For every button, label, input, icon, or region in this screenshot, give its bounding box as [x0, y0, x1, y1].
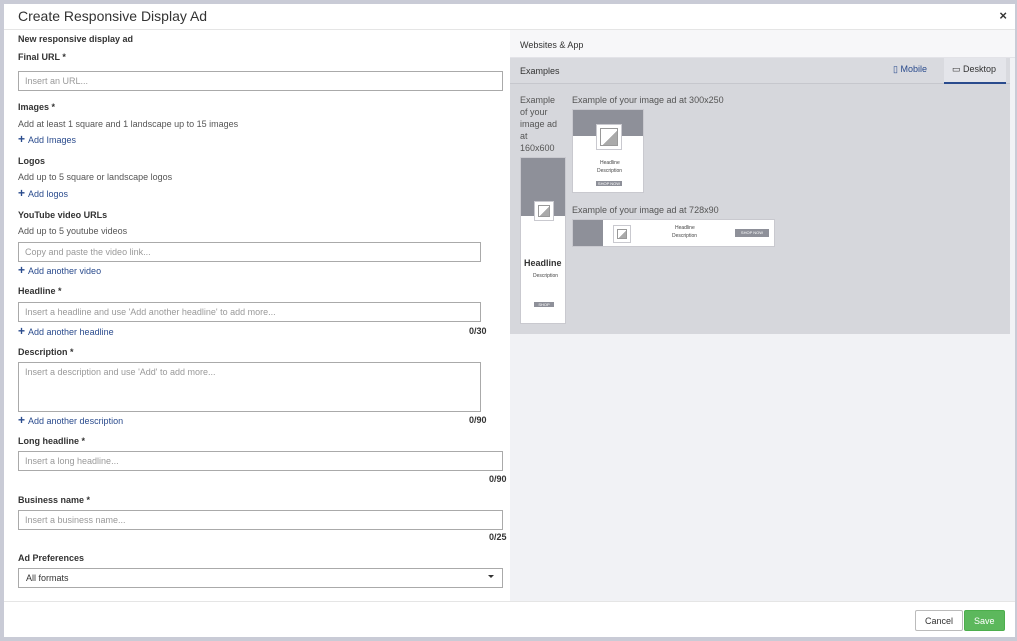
ad-300-headline: Headline [600, 160, 620, 166]
save-button[interactable]: Save [964, 610, 1005, 631]
plus-icon: + [18, 186, 26, 200]
plus-icon: + [18, 413, 26, 427]
create-ad-modal: Create Responsive Display Ad × New respo… [4, 4, 1015, 637]
headline-label: Headline * [18, 286, 62, 296]
examples-bar: Examples ▯ Mobile ▭ Desktop [510, 58, 1010, 84]
ad-300x250: Headline Description SHOP NOW [572, 109, 644, 193]
ad-160-logo [534, 201, 554, 221]
ad-preferences-label: Ad Preferences [18, 553, 85, 563]
images-hint: Add at least 1 square and 1 landscape up… [18, 119, 239, 129]
ad-728-logo [613, 225, 631, 243]
add-logos-link[interactable]: + Add logos [18, 186, 68, 200]
caret-down-icon [488, 575, 494, 578]
ex-728-label: Example of your image ad at 728x90 [572, 205, 719, 215]
modal-title: Create Responsive Display Ad [18, 8, 208, 24]
ad-160-headline: Headline [524, 258, 562, 268]
images-label: Images * [18, 102, 56, 112]
ad-728-headline: Headline [675, 225, 695, 231]
preview-panel: Websites & App Examples ▯ Mobile ▭ Deskt… [510, 30, 1015, 605]
long-headline-label: Long headline * [18, 436, 86, 446]
ad-160-cta: SHOP NOW [534, 302, 554, 312]
desktop-icon: ▭ [952, 64, 964, 74]
business-name-label: Business name * [18, 495, 91, 505]
add-video-link[interactable]: + Add another video [18, 263, 101, 277]
plus-icon: + [18, 324, 26, 338]
final-url-input[interactable] [18, 71, 503, 91]
examples-area: Example of your image ad at 160x600 Head… [510, 84, 1010, 334]
tab-mobile[interactable]: ▯ Mobile [893, 64, 927, 75]
add-logos-label: Add logos [28, 189, 69, 199]
business-name-input[interactable] [18, 510, 503, 530]
long-headline-input[interactable] [18, 451, 503, 471]
youtube-hint: Add up to 5 youtube videos [18, 226, 128, 236]
modal-footer: Cancel Save [4, 601, 1015, 637]
final-url-label: Final URL * [18, 52, 66, 62]
examples-title: Examples [520, 66, 560, 76]
plus-icon: + [18, 263, 26, 277]
ad-preferences-value: All formats [26, 573, 69, 583]
plus-icon: + [18, 132, 26, 146]
ex-300-label: Example of your image ad at 300x250 [572, 95, 724, 105]
ad-300-cta: SHOP NOW [596, 181, 622, 186]
add-images-label: Add Images [28, 135, 77, 145]
modal-header: Create Responsive Display Ad × [4, 4, 1015, 30]
ad-728-cta: SHOP NOW [735, 229, 769, 237]
add-description-link[interactable]: + Add another description [18, 413, 123, 427]
headline-input[interactable] [18, 302, 481, 322]
business-name-count: 0/25 [489, 532, 507, 542]
form-section-title: New responsive display ad [18, 34, 134, 44]
logos-hint: Add up to 5 square or landscape logos [18, 172, 173, 182]
add-headline-label: Add another headline [28, 327, 114, 337]
cancel-button[interactable]: Cancel [915, 610, 964, 631]
ad-preferences-select[interactable]: All formats [18, 568, 503, 588]
tab-mobile-label: Mobile [900, 64, 927, 74]
ad-160-description: Description [533, 273, 559, 279]
description-textarea[interactable] [18, 362, 481, 412]
add-images-link[interactable]: + Add Images [18, 132, 76, 146]
add-video-label: Add another video [28, 266, 102, 276]
description-label: Description * [18, 347, 74, 357]
tab-desktop-label: Desktop [963, 64, 997, 74]
ad-728-image [573, 220, 603, 246]
close-icon[interactable]: × [999, 8, 1007, 23]
headline-count: 0/30 [469, 326, 487, 336]
ad-300-description: Description [597, 168, 623, 174]
ad-160x600: Headline Description SHOP NOW [520, 157, 566, 324]
add-headline-link[interactable]: + Add another headline [18, 324, 114, 338]
logos-label: Logos [18, 156, 45, 166]
ad-300-logo [596, 124, 622, 150]
ex-160-label: Example of your image ad at 160x600 [520, 95, 558, 153]
preview-header-title: Websites & App [520, 40, 584, 50]
youtube-input[interactable] [18, 242, 481, 262]
add-description-label: Add another description [28, 416, 124, 426]
ad-728-description: Description [672, 233, 698, 239]
preview-header: Websites & App [510, 30, 1015, 58]
tab-desktop[interactable]: ▭ Desktop [944, 58, 1006, 84]
long-headline-count: 0/90 [489, 474, 507, 484]
description-count: 0/90 [469, 415, 487, 425]
ad-728x90: Headline Description SHOP NOW [572, 219, 775, 247]
youtube-label: YouTube video URLs [18, 210, 108, 220]
